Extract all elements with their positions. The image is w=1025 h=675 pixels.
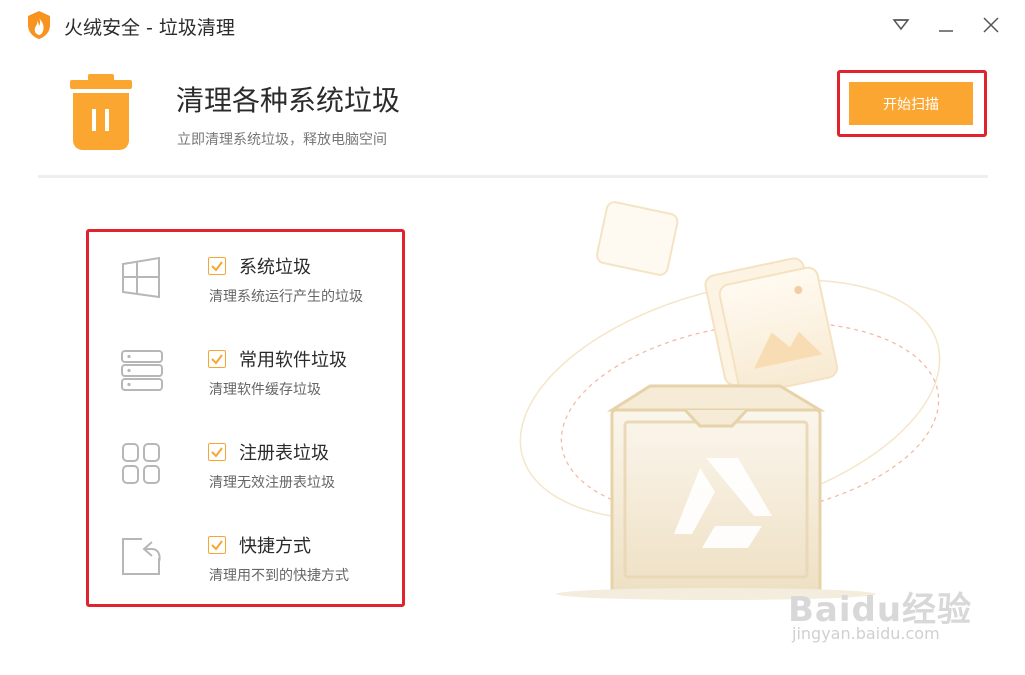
minimize-icon[interactable] xyxy=(933,12,959,38)
watermark-sub: jingyan.baidu.com xyxy=(792,624,940,643)
window-title: 火绒安全 - 垃圾清理 xyxy=(64,17,235,39)
item-label: 系统垃圾 xyxy=(239,257,311,278)
shortcuts-checkbox[interactable] xyxy=(208,536,226,554)
start-scan-button[interactable]: 开始扫描 xyxy=(849,82,973,125)
list-item-software-junk[interactable]: 常用软件垃圾 清理软件缓存垃圾 xyxy=(118,350,398,420)
page-subtitle: 立即清理系统垃圾，释放电脑空间 xyxy=(177,132,387,148)
shortcut-arrow-icon xyxy=(122,538,161,575)
page-title: 清理各种系统垃圾 xyxy=(176,84,401,117)
menu-dropdown-icon[interactable] xyxy=(888,12,914,38)
checkmark-icon xyxy=(211,261,223,272)
system-junk-checkbox[interactable] xyxy=(208,257,226,275)
checkmark-icon xyxy=(211,354,223,365)
item-desc: 清理用不到的快捷方式 xyxy=(209,568,349,584)
registry-junk-checkbox[interactable] xyxy=(208,443,226,461)
server-stack-icon xyxy=(121,350,163,391)
item-label: 常用软件垃圾 xyxy=(239,350,347,371)
item-label: 注册表垃圾 xyxy=(239,443,329,464)
divider xyxy=(38,175,988,178)
cleanup-illustration xyxy=(519,201,941,600)
item-desc: 清理系统运行产生的垃圾 xyxy=(209,289,363,305)
title-bar: 火绒安全 - 垃圾清理 xyxy=(0,0,1025,50)
list-item-system-junk[interactable]: 系统垃圾 清理系统运行产生的垃圾 xyxy=(118,256,398,327)
checkmark-icon xyxy=(211,447,223,458)
windows-icon xyxy=(122,256,160,299)
baidu-watermark: Baidu经验 jingyan.baidu.com xyxy=(788,568,988,658)
checkmark-icon xyxy=(211,540,223,551)
close-icon[interactable] xyxy=(978,12,1004,38)
software-junk-checkbox[interactable] xyxy=(208,350,226,368)
item-desc: 清理无效注册表垃圾 xyxy=(209,475,335,491)
list-item-shortcuts[interactable]: 快捷方式 清理用不到的快捷方式 xyxy=(118,536,398,606)
item-desc: 清理软件缓存垃圾 xyxy=(209,382,321,398)
huorong-logo-icon xyxy=(28,11,50,39)
item-label: 快捷方式 xyxy=(239,536,311,557)
list-item-registry-junk[interactable]: 注册表垃圾 清理无效注册表垃圾 xyxy=(118,443,398,513)
trash-bin-icon xyxy=(70,74,132,150)
grid-blocks-icon xyxy=(122,443,160,484)
